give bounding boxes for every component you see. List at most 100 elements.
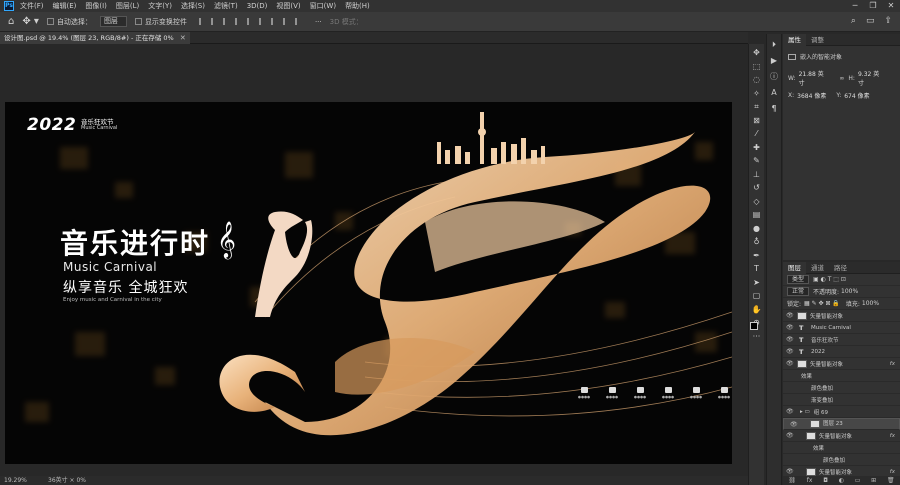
marquee-tool-icon[interactable]: ⬚ [751, 61, 762, 72]
stamp-tool-icon[interactable]: ⊥ [751, 169, 762, 180]
height-field[interactable]: 9.32 英寸 [858, 69, 885, 87]
menu-window[interactable]: 窗口(W) [310, 1, 336, 11]
adjustment-icon[interactable]: ◐ [839, 476, 844, 485]
x-field[interactable]: 3684 像素 [797, 91, 826, 100]
crop-tool-icon[interactable]: ⌗ [751, 101, 762, 112]
eye-icon[interactable]: 👁 [786, 468, 794, 475]
layer-effects-row[interactable]: 效果 [783, 370, 900, 382]
eye-icon[interactable]: 👁 [786, 336, 794, 343]
blur-tool-icon[interactable]: ● [751, 223, 762, 234]
pen-tool-icon[interactable]: ✒ [751, 250, 762, 261]
delete-layer-icon[interactable]: 🗑 [887, 476, 895, 485]
tab-adjustments[interactable]: 调整 [806, 34, 829, 46]
layer-row[interactable]: 👁 矢量智能对象 fx [783, 358, 900, 370]
hand-tool-icon[interactable]: ✋ [751, 304, 762, 315]
tab-channels[interactable]: 通道 [806, 262, 829, 274]
eyedropper-tool-icon[interactable]: ⁄ [751, 128, 762, 139]
paragraph-icon[interactable]: ¶ [769, 104, 779, 114]
eye-icon[interactable]: 👁 [786, 408, 794, 415]
close-window-icon[interactable]: ✕ [882, 0, 900, 12]
menu-help[interactable]: 帮助(H) [345, 1, 370, 11]
eye-icon[interactable]: 👁 [786, 324, 794, 331]
new-group-icon[interactable]: ▭ [855, 476, 861, 485]
align-buttons[interactable] [198, 18, 307, 25]
menu-select[interactable]: 选择(S) [181, 1, 205, 11]
layer-row[interactable]: 👁 T Music Carnival [783, 322, 900, 334]
tab-properties[interactable]: 属性 [783, 33, 806, 46]
rectangle-tool-icon[interactable]: ▢ [751, 290, 762, 301]
brush-tool-icon[interactable]: ✎ [751, 155, 762, 166]
artboard[interactable]: 𝄞 2022 音乐狂欢节 Music Carnival 音乐进行时 Music … [5, 102, 732, 464]
width-field[interactable]: 21.88 英寸 [799, 69, 830, 87]
gradient-tool-icon[interactable]: ▤ [751, 209, 762, 220]
search-icon[interactable]: ⌕ [851, 16, 856, 26]
add-mask-icon[interactable]: ◘ [823, 476, 828, 485]
share-icon[interactable]: ⇪ [884, 16, 892, 26]
layer-row-selected[interactable]: 👁 图层 23 [783, 418, 900, 430]
filter-icons[interactable]: ▣ ◐ T ⬚ ⊡ [813, 276, 846, 283]
menu-3d[interactable]: 3D(D) [247, 2, 268, 10]
eye-icon[interactable]: 👁 [786, 348, 794, 355]
layer-effect-row[interactable]: 颜色叠加 [783, 382, 900, 394]
menu-layer[interactable]: 图层(L) [116, 1, 139, 11]
menu-edit[interactable]: 编辑(E) [53, 1, 77, 11]
auto-select-dropdown[interactable]: 图层 [99, 16, 127, 27]
eye-icon[interactable]: 👁 [786, 360, 794, 367]
show-transform-checkbox[interactable]: 显示变换控件 [134, 17, 187, 27]
add-style-icon[interactable]: fx [807, 476, 813, 485]
menu-file[interactable]: 文件(F) [20, 1, 44, 11]
opacity-field[interactable]: 100% [841, 288, 858, 295]
fx-icon[interactable]: fx [890, 433, 895, 439]
layer-effect-row[interactable]: 颜色叠加 [783, 454, 900, 466]
magic-wand-tool-icon[interactable]: ✧ [751, 88, 762, 99]
dodge-tool-icon[interactable]: ♁ [751, 236, 762, 247]
history-brush-tool-icon[interactable]: ↺ [751, 182, 762, 193]
menu-image[interactable]: 图像(I) [85, 1, 107, 11]
document-tab[interactable]: 设计图.psd @ 19.4% (图层 23, RGB/8#) - 正在存储 0… [0, 32, 190, 44]
foreground-color-swatch[interactable] [750, 322, 758, 330]
play-icon[interactable]: ▶ [769, 56, 779, 66]
zoom-level[interactable]: 19.29% [4, 476, 27, 485]
y-field[interactable]: 674 像素 [844, 91, 869, 100]
new-layer-icon[interactable]: ⊞ [871, 476, 876, 485]
eye-icon[interactable]: 👁 [786, 432, 794, 439]
character-icon[interactable]: A [769, 88, 779, 98]
layer-row[interactable]: 👁 矢量智能对象 [783, 310, 900, 322]
menu-filter[interactable]: 滤镜(T) [214, 1, 238, 11]
link-icon[interactable]: ∞ [839, 75, 844, 82]
blend-mode-dropdown[interactable]: 正常 [787, 287, 810, 296]
restore-icon[interactable]: ❐ [864, 0, 882, 12]
menu-type[interactable]: 文字(Y) [148, 1, 172, 11]
more-tools-icon[interactable]: ··· [751, 331, 762, 342]
eye-icon[interactable]: 👁 [790, 420, 798, 429]
layer-row[interactable]: 👁 T 音乐狂欢节 [783, 334, 900, 346]
layer-effects-row[interactable]: 效果 [783, 442, 900, 454]
fill-field[interactable]: 100% [862, 300, 879, 307]
path-select-tool-icon[interactable]: ➤ [751, 277, 762, 288]
history-icon[interactable]: ⏵ [769, 40, 779, 50]
layer-filter-dropdown[interactable]: 类型 [787, 275, 810, 284]
healing-tool-icon[interactable]: ✚ [751, 142, 762, 153]
move-tool-icon[interactable]: ✥ [751, 47, 762, 58]
home-icon[interactable]: ⌂ [8, 16, 14, 27]
close-tab-icon[interactable]: ✕ [180, 32, 186, 44]
layer-effect-row[interactable]: 渐变叠加 [783, 394, 900, 406]
eye-icon[interactable]: 👁 [786, 312, 794, 319]
menu-view[interactable]: 视图(V) [276, 1, 300, 11]
layer-row[interactable]: 👁 T 2022 [783, 346, 900, 358]
tab-paths[interactable]: 路径 [829, 262, 852, 274]
fx-icon[interactable]: fx [890, 361, 895, 367]
tab-layers[interactable]: 图层 [783, 261, 806, 274]
fx-icon[interactable]: fx [890, 469, 895, 475]
more-align-icon[interactable]: ··· [315, 18, 322, 26]
layer-row[interactable]: 👁 矢量智能对象 fx [783, 430, 900, 442]
move-tool-icon[interactable]: ✥ ▾ [22, 16, 39, 27]
layer-group-row[interactable]: 👁 ▸ ▭ 组 69 [783, 406, 900, 418]
canvas-workspace[interactable]: 𝄞 2022 音乐狂欢节 Music Carnival 音乐进行时 Music … [0, 44, 748, 474]
minimize-icon[interactable]: ─ [846, 0, 864, 12]
auto-select-checkbox[interactable]: 自动选择： [46, 17, 92, 27]
eraser-tool-icon[interactable]: ◇ [751, 196, 762, 207]
link-layers-icon[interactable]: ⛓ [788, 476, 796, 485]
workspace-icon[interactable]: ▭ [866, 16, 875, 26]
lasso-tool-icon[interactable]: ◌ [751, 74, 762, 85]
